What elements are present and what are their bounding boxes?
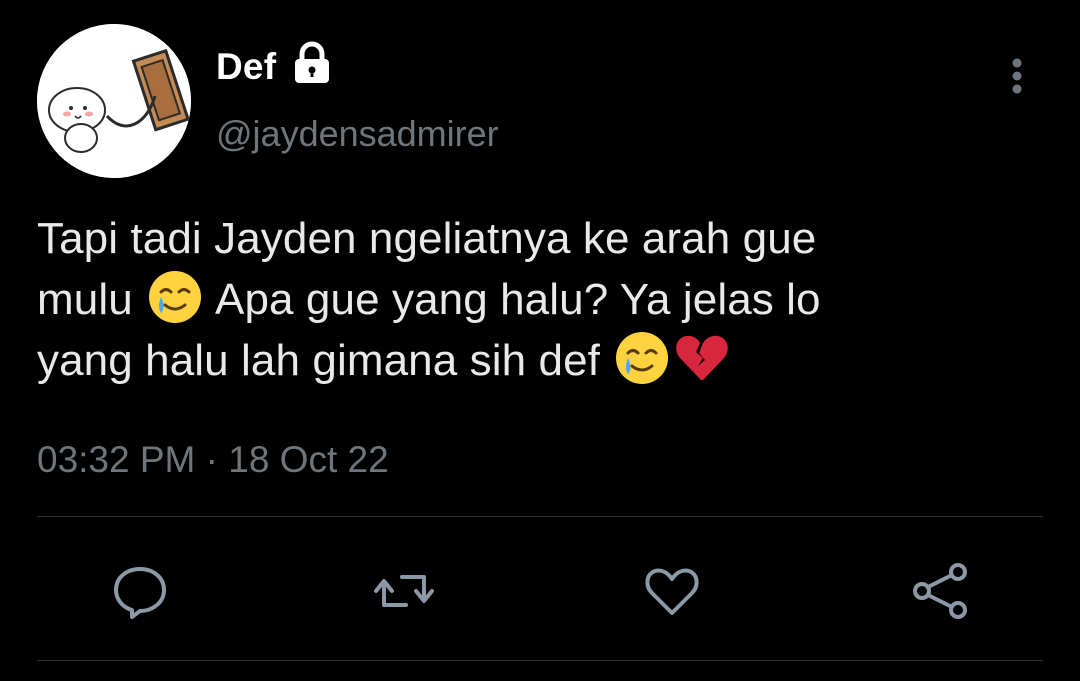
tweet-text-segment: yang halu lah gimana sih def <box>37 336 600 385</box>
tweet-text-segment: Apa gue yang halu? Ya jelas lo <box>215 275 821 324</box>
share-icon <box>913 563 967 619</box>
smiling-face-with-tear-emoji <box>145 267 205 327</box>
divider <box>37 516 1043 517</box>
retweet-button[interactable] <box>372 559 436 623</box>
tweet-text: Tapi tadi Jayden ngeliatnya ke arah gue … <box>37 208 1047 391</box>
tweet-line-3: yang halu lah gimana sih def <box>37 330 1047 391</box>
tweet-text-segment: mulu <box>37 275 133 324</box>
like-icon <box>645 568 699 615</box>
user-handle[interactable]: @jaydensadmirer <box>216 112 499 156</box>
like-button[interactable] <box>640 559 704 623</box>
reply-icon <box>114 567 166 619</box>
more-options-icon <box>1012 58 1022 94</box>
tweet-line-1: Tapi tadi Jayden ngeliatnya ke arah gue <box>37 214 817 263</box>
lock-icon <box>291 41 333 85</box>
reply-button[interactable] <box>108 559 172 623</box>
more-options-button[interactable] <box>996 54 1038 98</box>
display-name[interactable]: Def <box>216 44 276 90</box>
smiling-face-with-tear-emoji <box>612 328 672 388</box>
broken-heart-emoji <box>672 328 732 388</box>
divider <box>37 660 1043 661</box>
tweet-timestamp[interactable]: 03:32 PM · 18 Oct 22 <box>37 437 389 483</box>
avatar-cartoon-image <box>37 24 191 178</box>
share-button[interactable] <box>908 559 972 623</box>
retweet-icon <box>374 575 434 607</box>
tweet-line-2: mulu Apa gue yang halu? Ya jelas lo <box>37 269 1047 330</box>
avatar[interactable] <box>37 24 191 178</box>
